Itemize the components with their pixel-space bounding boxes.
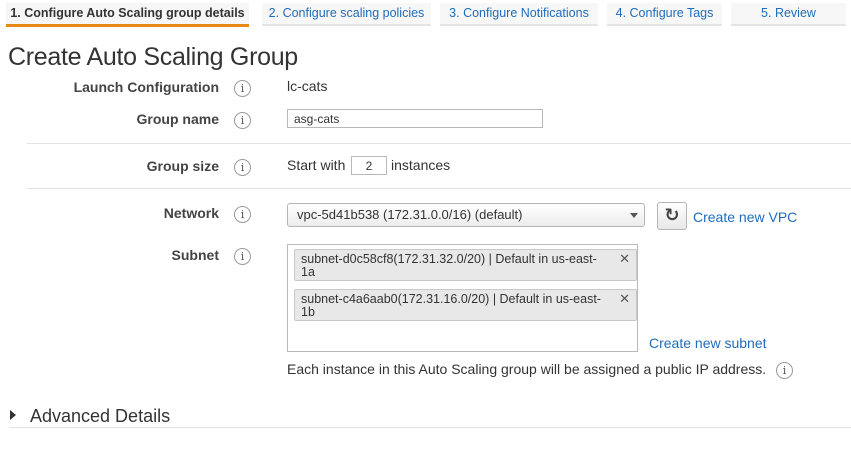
subnet-multiselect[interactable]: subnet-d0c58cf8(172.31.32.0/20) | Defaul…	[287, 244, 638, 352]
page-title: Create Auto Scaling Group	[8, 43, 298, 71]
subnet-chip-text-2: 1b	[301, 305, 315, 319]
info-icon[interactable]: i	[234, 248, 251, 265]
tab-configure-details[interactable]: 1. Configure Auto Scaling group details	[6, 3, 249, 27]
tab-scaling-policies[interactable]: 2. Configure scaling policies	[262, 3, 431, 26]
divider	[27, 143, 851, 144]
subnet-chip-text: subnet-d0c58cf8(172.31.32.0/20) | Defaul…	[301, 252, 597, 266]
create-new-subnet-link[interactable]: Create new subnet	[649, 335, 767, 351]
triangle-right-icon	[10, 410, 16, 420]
subnet-label: Subnet	[171, 247, 219, 263]
group-size-suffix: instances	[391, 157, 451, 173]
tab-review[interactable]: 5. Review	[731, 3, 846, 26]
subnet-chip-text: subnet-c4a6aab0(172.31.16.0/20) | Defaul…	[301, 292, 601, 306]
close-icon[interactable]: ✕	[619, 253, 630, 266]
divider	[10, 427, 851, 428]
divider	[27, 188, 851, 189]
group-name-label: Group name	[136, 111, 219, 127]
network-label: Network	[163, 205, 219, 221]
tab-tags[interactable]: 4. Configure Tags	[607, 3, 722, 26]
tab-notifications[interactable]: 3. Configure Notifications	[440, 3, 598, 26]
group-size-prefix: Start with	[287, 157, 346, 173]
launch-configuration-value: lc-cats	[287, 78, 328, 94]
refresh-button[interactable]: ↻	[657, 202, 687, 230]
caret-down-icon	[630, 213, 638, 218]
group-name-input[interactable]	[287, 109, 543, 128]
info-icon[interactable]: i	[234, 112, 251, 129]
info-icon[interactable]: i	[234, 206, 251, 223]
subnet-chip-text-2: 1a	[301, 265, 315, 279]
group-size-input[interactable]	[351, 156, 387, 175]
info-icon[interactable]: i	[234, 80, 251, 97]
advanced-details-label: Advanced Details	[30, 406, 171, 426]
info-icon[interactable]: i	[776, 362, 793, 379]
wizard-steps: 1. Configure Auto Scaling group details …	[0, 0, 851, 30]
group-size-label: Group size	[146, 158, 219, 174]
refresh-icon: ↻	[664, 205, 680, 226]
subnet-chip: subnet-c4a6aab0(172.31.16.0/20) | Defaul…	[294, 289, 637, 321]
launch-configuration-label: Launch Configuration	[73, 79, 219, 95]
advanced-details-toggle[interactable]: Advanced Details	[10, 406, 170, 427]
public-ip-note: Each instance in this Auto Scaling group…	[287, 361, 767, 377]
info-icon[interactable]: i	[234, 159, 251, 176]
close-icon[interactable]: ✕	[619, 293, 630, 306]
network-select[interactable]: vpc-5d41b538 (172.31.0.0/16) (default)	[287, 203, 645, 227]
create-new-vpc-link[interactable]: Create new VPC	[693, 209, 797, 225]
subnet-chip: subnet-d0c58cf8(172.31.32.0/20) | Defaul…	[294, 249, 637, 281]
network-selected-value: vpc-5d41b538 (172.31.0.0/16) (default)	[297, 207, 523, 222]
